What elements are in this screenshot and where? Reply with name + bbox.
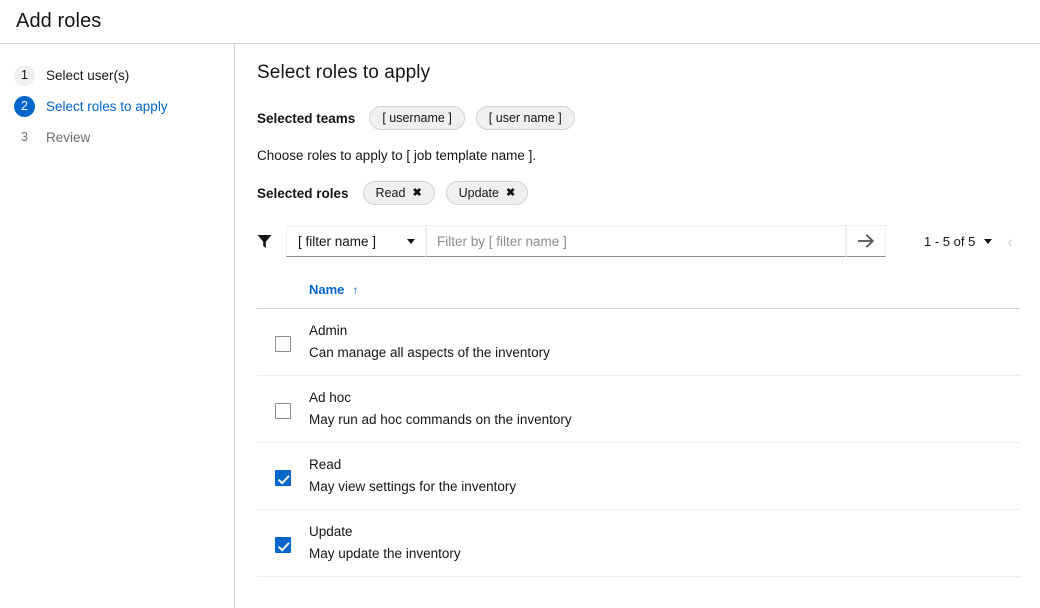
table-header-row: Name ↑	[257, 273, 1020, 309]
helper-text: Choose roles to apply to [ job template …	[257, 148, 537, 163]
table-row-checkbox-cell	[257, 457, 309, 486]
step-label-3: Review	[46, 129, 91, 145]
filter-attribute-select[interactable]: [ filter name ]	[286, 225, 426, 257]
roles-table: Name ↑ Admin Can manage all aspects of t…	[257, 273, 1020, 577]
role-description: May update the inventory	[309, 546, 461, 561]
chevron-down-icon	[407, 238, 415, 244]
table-row[interactable]: Update May update the inventory	[257, 510, 1020, 577]
step-number-1: 1	[14, 65, 35, 86]
wizard-main-panel: Select roles to apply Selected teams [ u…	[235, 44, 1040, 608]
sidebar-item-select-users[interactable]: 1 Select user(s)	[0, 60, 234, 91]
step-number-2: 2	[14, 96, 35, 117]
filter-group: [ filter name ]	[286, 225, 886, 257]
table-row[interactable]: Admin Can manage all aspects of the inve…	[257, 309, 1020, 376]
table-row-name-cell: Ad hoc May run ad hoc commands on the in…	[309, 390, 1020, 427]
column-header-name[interactable]: Name ↑	[309, 282, 358, 297]
sort-ascending-icon: ↑	[352, 282, 359, 297]
table-row-name-cell: Read May view settings for the inventory	[309, 457, 1020, 494]
row-checkbox-update[interactable]	[275, 537, 291, 553]
wizard-step-nav: 1 Select user(s) 2 Select roles to apply…	[0, 44, 235, 608]
sidebar-item-review[interactable]: 3 Review	[0, 122, 234, 153]
selected-teams-label: Selected teams	[257, 110, 356, 126]
role-name: Ad hoc	[309, 390, 352, 405]
close-icon[interactable]: ✖	[506, 187, 515, 199]
wizard-body: 1 Select user(s) 2 Select roles to apply…	[0, 44, 1040, 608]
search-submit-button[interactable]	[846, 225, 886, 257]
step-number-3: 3	[21, 130, 28, 145]
page-title: Add roles	[16, 10, 102, 32]
role-name: Admin	[309, 323, 348, 338]
role-name: Read	[309, 457, 342, 472]
table-row-name-cell: Admin Can manage all aspects of the inve…	[309, 323, 1020, 360]
selected-teams-chips: [ username ] [ user name ]	[369, 106, 575, 130]
table-row[interactable]: Ad hoc May run ad hoc commands on the in…	[257, 376, 1020, 443]
row-checkbox-admin[interactable]	[275, 336, 291, 352]
pagination: 1 - 5 of 5 ‹	[924, 233, 1019, 250]
pagination-count: 1 - 5 of 5	[924, 233, 976, 249]
filter-toolbar: [ filter name ] 1 - 5 of 5 ‹	[257, 223, 1020, 259]
table-row-name-cell: Update May update the inventory	[309, 524, 1020, 561]
column-header-name-label: Name	[309, 282, 345, 297]
row-checkbox-ad-hoc[interactable]	[275, 403, 291, 419]
team-chip-label: [ username ]	[382, 111, 452, 125]
table-header-name-cell: Name ↑	[309, 281, 1020, 299]
search-input[interactable]	[426, 225, 846, 257]
selected-roles-chips: Read ✖ Update ✖	[362, 181, 529, 205]
row-checkbox-read[interactable]	[275, 470, 291, 486]
role-name: Update	[309, 524, 353, 539]
role-description: Can manage all aspects of the inventory	[309, 345, 550, 360]
pagination-chevron-down-icon[interactable]	[984, 238, 993, 244]
table-row[interactable]: Read May view settings for the inventory	[257, 443, 1020, 510]
role-chip-label: Update	[458, 186, 499, 200]
selected-roles-label: Selected roles	[257, 185, 349, 201]
selected-teams-row: Selected teams [ username ] [ user name …	[257, 106, 1020, 130]
team-chip[interactable]: [ user name ]	[475, 106, 575, 130]
table-row-checkbox-cell	[257, 323, 309, 352]
pagination-prev-icon[interactable]: ‹	[1001, 233, 1019, 250]
table-row-checkbox-cell	[257, 524, 309, 553]
filter-icon	[257, 234, 279, 249]
section-title: Select roles to apply	[257, 62, 431, 83]
step-label-2: Select roles to apply	[46, 98, 168, 114]
close-icon[interactable]: ✖	[412, 187, 421, 199]
selected-roles-row: Selected roles Read ✖ Update ✖	[257, 181, 1020, 205]
step-label-1: Select user(s)	[46, 67, 130, 83]
role-chip-read[interactable]: Read ✖	[362, 181, 435, 205]
role-description: May run ad hoc commands on the inventory	[309, 412, 572, 427]
role-chip-update[interactable]: Update ✖	[445, 181, 529, 205]
sidebar-item-select-roles[interactable]: 2 Select roles to apply	[0, 91, 234, 122]
wizard-header: Add roles	[0, 0, 1040, 44]
role-chip-label: Read	[375, 186, 406, 200]
filter-attribute-value: [ filter name ]	[298, 233, 377, 249]
team-chip[interactable]: [ username ]	[369, 106, 465, 130]
team-chip-label: [ user name ]	[488, 111, 562, 125]
table-row-checkbox-cell	[257, 390, 309, 419]
role-description: May view settings for the inventory	[309, 479, 517, 494]
